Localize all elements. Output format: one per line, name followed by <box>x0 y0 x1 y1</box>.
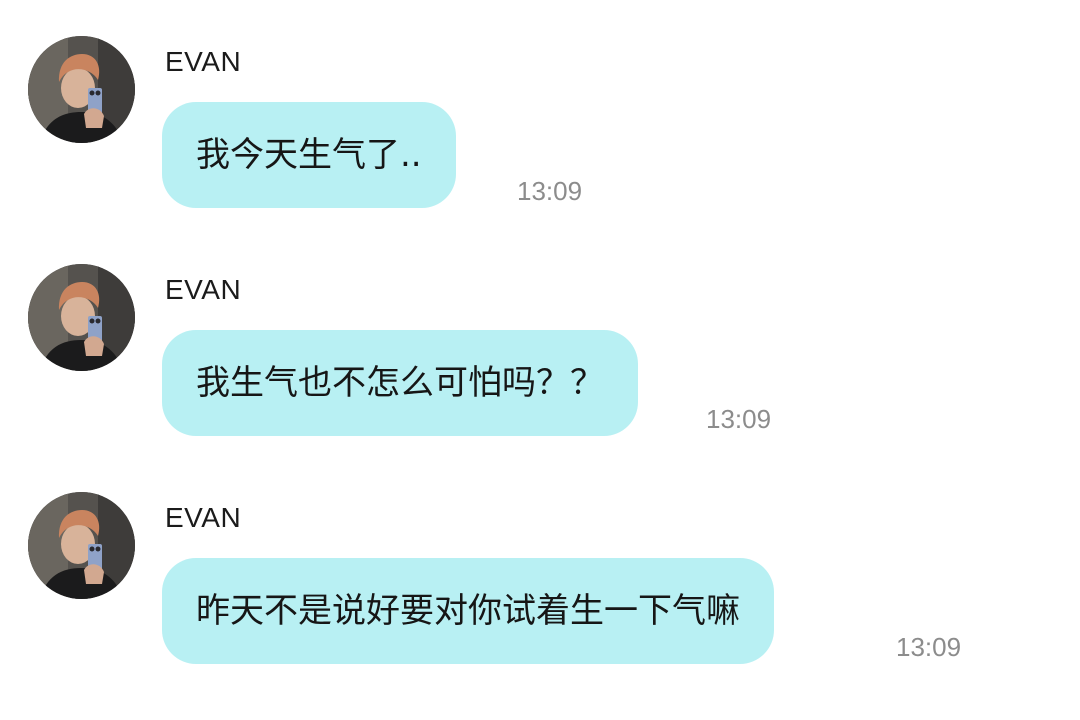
message-time: 13:09 <box>706 404 772 434</box>
chat-message: EVAN 我今天生气了.. 13:09 <box>0 0 1080 228</box>
avatar-photo-icon <box>28 36 135 143</box>
avatar[interactable] <box>28 36 135 143</box>
avatar-photo-icon <box>28 264 135 371</box>
message-text: 我生气也不怎么可怕吗？？ <box>196 363 604 403</box>
message-text: 我今天生气了.. <box>196 135 422 175</box>
message-time: 13:09 <box>896 632 962 662</box>
chat-message: EVAN 我生气也不怎么可怕吗？？ 13:09 <box>0 228 1080 456</box>
message-bubble[interactable]: 我今天生气了.. <box>162 102 456 208</box>
avatar[interactable] <box>28 492 135 599</box>
chat-message: EVAN 昨天不是说好要对你试着生一下气嘛 13:09 <box>0 456 1080 684</box>
avatar[interactable] <box>28 264 135 371</box>
avatar-photo-icon <box>28 492 135 599</box>
message-time: 13:09 <box>517 176 583 206</box>
message-bubble[interactable]: 昨天不是说好要对你试着生一下气嘛 <box>162 558 774 664</box>
message-bubble[interactable]: 我生气也不怎么可怕吗？？ <box>162 330 638 436</box>
sender-name: EVAN <box>165 502 242 533</box>
sender-name: EVAN <box>165 46 242 77</box>
sender-name: EVAN <box>165 274 242 305</box>
message-text: 昨天不是说好要对你试着生一下气嘛 <box>196 591 740 631</box>
